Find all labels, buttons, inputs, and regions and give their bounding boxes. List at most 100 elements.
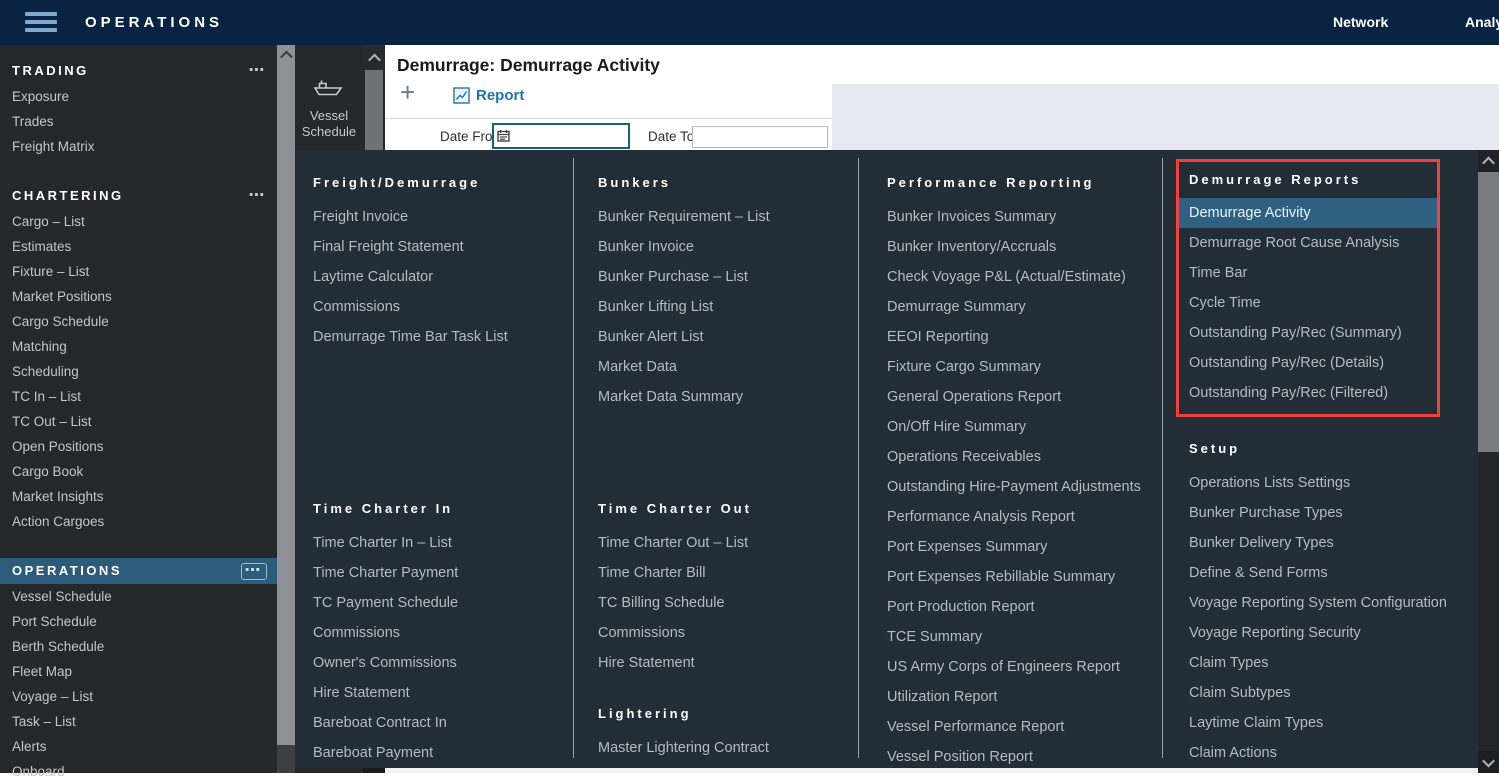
menu-item[interactable]: Fixture Cargo Summary [887, 352, 1157, 382]
sidebar-item[interactable]: TC Out – List [0, 409, 277, 434]
sidebar-item[interactable]: Action Cargoes [0, 509, 277, 534]
menu-item[interactable]: General Operations Report [887, 382, 1157, 412]
menu-item[interactable]: Outstanding Pay/Rec (Filtered) [1179, 378, 1437, 408]
menu-item[interactable]: Operations Receivables [887, 442, 1157, 472]
menu-item[interactable]: Bunker Purchase Types [1189, 498, 1477, 528]
menu-item[interactable]: Bareboat Payment [313, 738, 563, 768]
menu-item[interactable]: TCE Summary [887, 622, 1157, 652]
sidebar-item[interactable]: Market Insights [0, 484, 277, 509]
scroll-up-icon[interactable] [363, 48, 385, 68]
menu-item[interactable]: EEOI Reporting [887, 322, 1157, 352]
sidebar-section-chartering[interactable]: CHARTERING ⋯ [0, 183, 277, 209]
sidebar-item[interactable]: Cargo Book [0, 459, 277, 484]
menu-item[interactable]: Freight Invoice [313, 202, 563, 232]
menu-item[interactable]: Commissions [313, 618, 563, 648]
sidebar-item[interactable]: Onboard [0, 759, 277, 784]
menu-item[interactable]: Bunker Lifting List [598, 292, 848, 322]
menu-item[interactable]: Demurrage Summary [887, 292, 1157, 322]
menu-item[interactable]: Claim Types [1189, 648, 1477, 678]
sidebar-item[interactable]: Fleet Map [0, 659, 277, 684]
menu-item[interactable]: Bunker Requirement – List [598, 202, 848, 232]
sidebar-item[interactable]: Voyage – List [0, 684, 277, 709]
menu-item[interactable]: Outstanding Pay/Rec (Summary) [1179, 318, 1437, 348]
menu-item[interactable]: Bunker Delivery Types [1189, 528, 1477, 558]
menu-item[interactable]: Port Expenses Summary [887, 532, 1157, 562]
menu-item[interactable]: Hire Statement [313, 678, 563, 708]
menu-item[interactable]: Vessel Performance Report [887, 712, 1157, 742]
menu-item[interactable]: Bareboat Contract In [313, 708, 563, 738]
menu-item[interactable]: Market Data Summary [598, 382, 848, 412]
sidebar-item[interactable]: Alerts [0, 734, 277, 759]
sidebar-item[interactable]: Freight Matrix [0, 134, 277, 159]
menu-item[interactable]: Claim Subtypes [1189, 678, 1477, 708]
sidebar-item[interactable]: Scheduling [0, 359, 277, 384]
menu-item[interactable]: Voyage Reporting Security [1189, 618, 1477, 648]
sidebar-item[interactable]: Port Schedule [0, 609, 277, 634]
sidebar-item[interactable]: Berth Schedule [0, 634, 277, 659]
menu-item[interactable]: Final Freight Statement [313, 232, 563, 262]
menu-item[interactable]: Voyage Reporting System Configuration [1189, 588, 1477, 618]
menu-item[interactable]: Laytime Calculator [313, 262, 563, 292]
sidebar-item[interactable]: TC In – List [0, 384, 277, 409]
sidebar-scrollbar-thumb[interactable] [277, 45, 295, 745]
menu-item[interactable]: US Army Corps of Engineers Report [887, 652, 1157, 682]
sidebar-section-operations[interactable]: OPERATIONS ⋯ [0, 558, 277, 584]
menu-item[interactable]: Demurrage Root Cause Analysis [1179, 228, 1437, 258]
menu-item[interactable]: Bunker Invoices Summary [887, 202, 1157, 232]
trading-options-icon[interactable]: ⋯ [249, 58, 268, 84]
sidebar-item[interactable]: Cargo Schedule [0, 309, 277, 334]
menu-item[interactable]: Time Charter In – List [313, 528, 563, 558]
sidebar-scrollbar[interactable] [277, 45, 295, 773]
add-button[interactable]: + [400, 79, 415, 105]
sidebar-item[interactable]: Open Positions [0, 434, 277, 459]
menu-item[interactable]: Time Bar [1179, 258, 1437, 288]
menu-item[interactable]: Hire Statement [598, 648, 848, 678]
menu-item[interactable]: On/Off Hire Summary [887, 412, 1157, 442]
menu-scrollbar-thumb[interactable] [1478, 172, 1499, 452]
date-from-input[interactable] [492, 123, 630, 149]
menu-item[interactable]: Define & Send Forms [1189, 558, 1477, 588]
menu-item[interactable]: Utilization Report [887, 682, 1157, 712]
menu-item[interactable]: Master Lightering Contract [598, 733, 848, 763]
sidebar-item[interactable]: Cargo – List [0, 209, 277, 234]
sidebar-item[interactable]: Trades [0, 109, 277, 134]
menu-item[interactable]: Market Data [598, 352, 848, 382]
menu-item[interactable]: Operations Lists Settings [1189, 468, 1477, 498]
sidebar-item[interactable]: Task – List [0, 709, 277, 734]
date-to-input[interactable] [692, 126, 828, 148]
menu-item[interactable]: Bunker Alert List [598, 322, 848, 352]
menu-item[interactable]: Check Voyage P&L (Actual/Estimate) [887, 262, 1157, 292]
menu-item[interactable]: Laytime Claim Types [1189, 708, 1477, 738]
menu-item[interactable]: Commissions [598, 618, 848, 648]
tab-vessel-schedule[interactable]: Vessel Schedule [295, 75, 363, 140]
menu-item[interactable]: Outstanding Pay/Rec (Details) [1179, 348, 1437, 378]
scroll-up-icon[interactable] [1478, 150, 1499, 172]
menu-item[interactable]: Commissions [313, 292, 563, 322]
sidebar-item[interactable]: Matching [0, 334, 277, 359]
menu-item[interactable]: Port Expenses Rebillable Summary [887, 562, 1157, 592]
menu-item[interactable]: Time Charter Bill [598, 558, 848, 588]
menu-scrollbar[interactable] [1478, 150, 1499, 773]
menu-item[interactable]: Demurrage Time Bar Task List [313, 322, 563, 352]
menu-item[interactable]: Time Charter Out – List [598, 528, 848, 558]
nav-analytics[interactable]: Analytics [1465, 0, 1499, 45]
menu-item[interactable]: Performance Analysis Report [887, 502, 1157, 532]
menu-item[interactable]: Bunker Inventory/Accruals [887, 232, 1157, 262]
menu-item[interactable]: Port Production Report [887, 592, 1157, 622]
menu-item[interactable]: Owner's Commissions [313, 648, 563, 678]
report-button[interactable]: Report [453, 87, 524, 104]
sidebar-item[interactable]: Vessel Schedule [0, 584, 277, 609]
sidebar-item[interactable]: Exposure [0, 84, 277, 109]
scroll-up-icon[interactable] [277, 45, 295, 66]
menu-item[interactable]: Demurrage Activity [1179, 198, 1437, 228]
menu-item[interactable]: Bunker Purchase – List [598, 262, 848, 292]
scroll-down-icon[interactable] [1478, 751, 1499, 773]
operations-options-icon[interactable]: ⋯ [241, 563, 268, 580]
menu-item[interactable]: Claim Actions [1189, 738, 1477, 768]
nav-network[interactable]: Network [1333, 0, 1388, 45]
hamburger-menu-icon[interactable] [25, 12, 57, 33]
menu-item[interactable]: Time Charter Payment [313, 558, 563, 588]
sidebar-item[interactable]: Market Positions [0, 284, 277, 309]
menu-item[interactable]: Outstanding Hire-Payment Adjustments [887, 472, 1157, 502]
menu-item[interactable]: TC Payment Schedule [313, 588, 563, 618]
